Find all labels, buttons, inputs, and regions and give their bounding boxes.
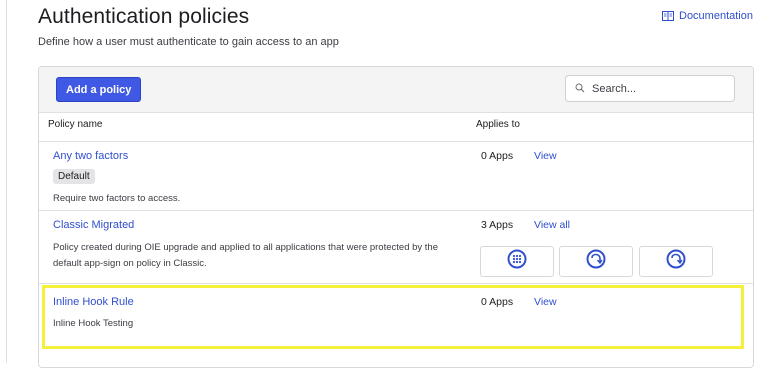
table-row: Classic Migrated Policy created during O… [39,211,753,284]
policy-name-link[interactable]: Classic Migrated [53,219,134,231]
grid-dots-icon [507,249,527,274]
apps-count: 3 Apps [481,219,514,231]
refresh-arrow-icon [586,249,606,274]
app-tile[interactable] [559,246,633,277]
column-header-applies-to: Applies to [476,119,520,130]
table-row: Inline Hook Rule Inline Hook Testing 0 A… [39,284,753,364]
policy-description-line-1: Policy created during OIE upgrade and ap… [53,242,438,253]
view-link[interactable]: View [534,296,557,308]
page-subtitle: Define how a user must authenticate to g… [38,36,339,48]
app-tile[interactable] [480,246,554,277]
search-box[interactable] [565,75,735,102]
documentation-link[interactable]: Documentation [662,10,753,22]
toolbar: Add a policy [39,67,753,113]
search-input[interactable] [590,81,734,96]
view-link[interactable]: View [534,150,557,162]
apps-count: 0 Apps [481,296,514,308]
documentation-label: Documentation [679,10,753,22]
view-all-link[interactable]: View all [534,219,570,231]
policy-description: Require two factors to access. [53,193,181,204]
table-header: Policy name Applies to [39,113,753,142]
app-tile[interactable] [639,246,713,277]
policies-panel: Add a policy Policy name Applies to Any … [38,66,754,368]
add-policy-button[interactable]: Add a policy [56,77,142,102]
default-badge: Default [53,169,95,184]
policy-description: Inline Hook Testing [53,318,134,329]
policy-name-link[interactable]: Inline Hook Rule [53,296,134,308]
table-row: Any two factors Default Require two fact… [39,142,753,211]
policy-name-link[interactable]: Any two factors [53,150,128,162]
left-border [6,0,7,363]
page-title: Authentication policies [38,5,250,28]
column-header-policy-name: Policy name [48,119,103,130]
refresh-arrow-icon [666,249,686,274]
apps-count: 0 Apps [481,150,514,162]
search-icon [575,80,585,98]
book-icon [662,11,674,21]
policy-description-line-2: default app-sign on policy in Classic. [53,258,207,269]
